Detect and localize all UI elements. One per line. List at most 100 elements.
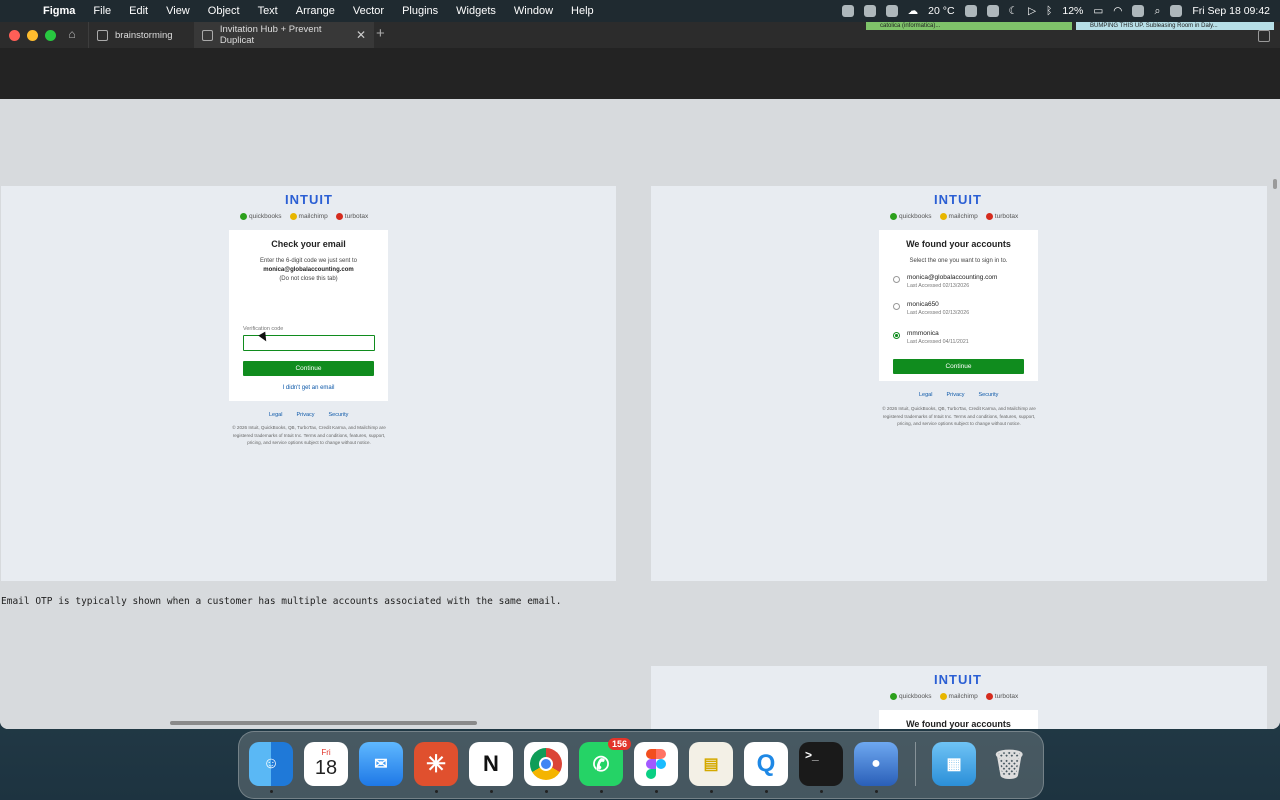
menu-text[interactable]: Text: [249, 5, 287, 17]
figma-icon[interactable]: [634, 742, 678, 786]
stickies-icon[interactable]: ▤: [689, 742, 733, 786]
radio-button-selected[interactable]: [893, 332, 900, 339]
datetime-label[interactable]: Fri Sep 18 09:42: [1192, 5, 1270, 17]
close-window-button[interactable]: [9, 30, 20, 41]
menu-vector[interactable]: Vector: [344, 5, 393, 17]
tab-label: Invitation Hub + Prevent Duplicat: [219, 24, 322, 46]
menu-file[interactable]: File: [84, 5, 120, 17]
account-last-accessed: Last Accessed 04/11/2021: [907, 339, 969, 345]
mailchimp-icon: [289, 213, 297, 220]
card-title: We found your accounts: [906, 239, 1011, 249]
calendar-icon[interactable]: Fri 18: [304, 742, 348, 786]
menu-arrange[interactable]: Arrange: [287, 5, 344, 17]
legal-link[interactable]: Legal: [269, 412, 282, 418]
frame-found-accounts-2[interactable]: INTUIT quickbooks mailchimp turbotax We …: [651, 666, 1267, 729]
brand-quickbooks: quickbooks: [899, 213, 932, 220]
mail-icon[interactable]: ✉: [359, 742, 403, 786]
whatsapp-icon[interactable]: ✆ 156: [579, 738, 631, 786]
radio-button[interactable]: [893, 303, 900, 310]
menu-plugins[interactable]: Plugins: [393, 5, 447, 17]
home-icon[interactable]: ⌂: [64, 27, 80, 43]
radio-button[interactable]: [893, 276, 900, 283]
card-subtitle: Select the one you want to sign in to.: [909, 258, 1008, 264]
turbotax-icon: [335, 213, 343, 220]
control-center-icon[interactable]: [1170, 5, 1183, 17]
brand-mailchimp: mailchimp: [948, 693, 978, 700]
moon-icon[interactable]: ☾: [1009, 5, 1018, 17]
chrome-logo: [530, 748, 562, 780]
intuit-logo: INTUIT: [934, 192, 982, 207]
menu-app-name[interactable]: Figma: [34, 5, 84, 17]
notion-icon[interactable]: N: [469, 742, 513, 786]
quickbooks-icon: [890, 693, 897, 700]
didnt-get-email-link[interactable]: I didn't get an email: [229, 385, 388, 391]
menu-object[interactable]: Object: [199, 5, 249, 17]
menu-widgets[interactable]: Widgets: [447, 5, 505, 17]
frame-check-email[interactable]: INTUIT quickbooks mailchimp turbotax Che…: [1, 186, 616, 581]
play-icon[interactable]: ▷: [1028, 5, 1036, 17]
brand-turbotax: turbotax: [994, 213, 1019, 220]
intuit-logo: INTUIT: [934, 672, 982, 687]
finder-icon[interactable]: ☺: [249, 742, 293, 786]
tab-bar: ⌂ brainstorming Invitation Hub + Prevent…: [0, 22, 1280, 48]
control-icon[interactable]: [986, 5, 999, 17]
menu-help[interactable]: Help: [562, 5, 603, 17]
close-tab-icon[interactable]: ✕: [356, 28, 366, 42]
intuit-logo: INTUIT: [285, 192, 333, 207]
horizontal-scrollbar[interactable]: [170, 721, 477, 725]
keyboard-icon[interactable]: [1132, 5, 1145, 17]
verification-label: Verification code: [243, 326, 284, 332]
canvas[interactable]: INTUIT quickbooks mailchimp turbotax Che…: [0, 99, 1280, 729]
continue-button[interactable]: Continue: [243, 361, 374, 376]
menu-view[interactable]: View: [157, 5, 199, 17]
menu-edit[interactable]: Edit: [120, 5, 157, 17]
window-controls: [9, 30, 56, 41]
accounts-card: We found your accounts Select the one yo…: [879, 230, 1038, 381]
continue-button[interactable]: Continue: [893, 359, 1024, 374]
dock-separator: [915, 742, 916, 786]
tab-brainstorming[interactable]: brainstorming: [88, 22, 202, 48]
quickbooks-icon: [240, 213, 247, 220]
frame-found-accounts[interactable]: INTUIT quickbooks mailchimp turbotax We …: [651, 186, 1267, 581]
new-tab-icon[interactable]: +: [376, 25, 385, 42]
battery-label[interactable]: 12%: [1062, 5, 1083, 17]
quicktime-icon[interactable]: Q: [744, 742, 788, 786]
turbotax-icon: [985, 693, 993, 700]
annotation-note[interactable]: Email OTP is typically shown when a cust…: [1, 596, 562, 607]
menu-bar: Figma File Edit View Object Text Arrange…: [0, 0, 1280, 22]
bluetooth-icon[interactable]: ᛒ: [1046, 5, 1052, 17]
notion-menu-icon[interactable]: [964, 5, 977, 17]
status-icon[interactable]: [863, 5, 876, 17]
minimize-window-button[interactable]: [27, 30, 38, 41]
account-name: monica@globalaccounting.com: [907, 274, 998, 281]
sidebar-toggle-icon[interactable]: [1258, 30, 1270, 42]
applications-folder-icon[interactable]: ▦: [932, 742, 976, 786]
figma-logo: [646, 749, 666, 779]
zoom-window-button[interactable]: [45, 30, 56, 41]
legal-link[interactable]: Legal: [919, 392, 932, 398]
tab-label: brainstorming: [115, 29, 173, 41]
security-link[interactable]: Security: [979, 392, 999, 398]
app-icon[interactable]: ●: [854, 742, 898, 786]
claude-icon[interactable]: ✳: [414, 742, 458, 786]
notification-banner[interactable]: BUMPING THIS UP. Subleasing Room in Daly…: [1076, 22, 1274, 30]
weather-label[interactable]: 20 °C: [928, 5, 954, 17]
brand-mailchimp: mailchimp: [948, 213, 978, 220]
app-status-icon[interactable]: [885, 5, 898, 17]
account-last-accessed: Last Accessed 02/13/2026: [907, 283, 970, 289]
terminal-icon[interactable]: >_: [799, 742, 843, 786]
privacy-link[interactable]: Privacy: [946, 392, 964, 398]
chrome-icon[interactable]: [524, 742, 568, 786]
trash-icon[interactable]: 🗑: [987, 742, 1031, 786]
card-title: Check your email: [271, 239, 346, 249]
privacy-link[interactable]: Privacy: [296, 412, 314, 418]
vertical-scrollbar[interactable]: [1273, 179, 1277, 189]
wifi-icon[interactable]: ◠: [1113, 5, 1122, 17]
security-link[interactable]: Security: [329, 412, 349, 418]
record-icon[interactable]: [841, 5, 854, 17]
search-icon[interactable]: ⌕: [1154, 5, 1160, 18]
notification-banner[interactable]: catolica (informatica)...: [866, 22, 1072, 30]
tab-invitation-hub[interactable]: Invitation Hub + Prevent Duplicat ✕: [194, 22, 374, 48]
menu-window[interactable]: Window: [505, 5, 562, 17]
running-indicator: [545, 790, 548, 793]
